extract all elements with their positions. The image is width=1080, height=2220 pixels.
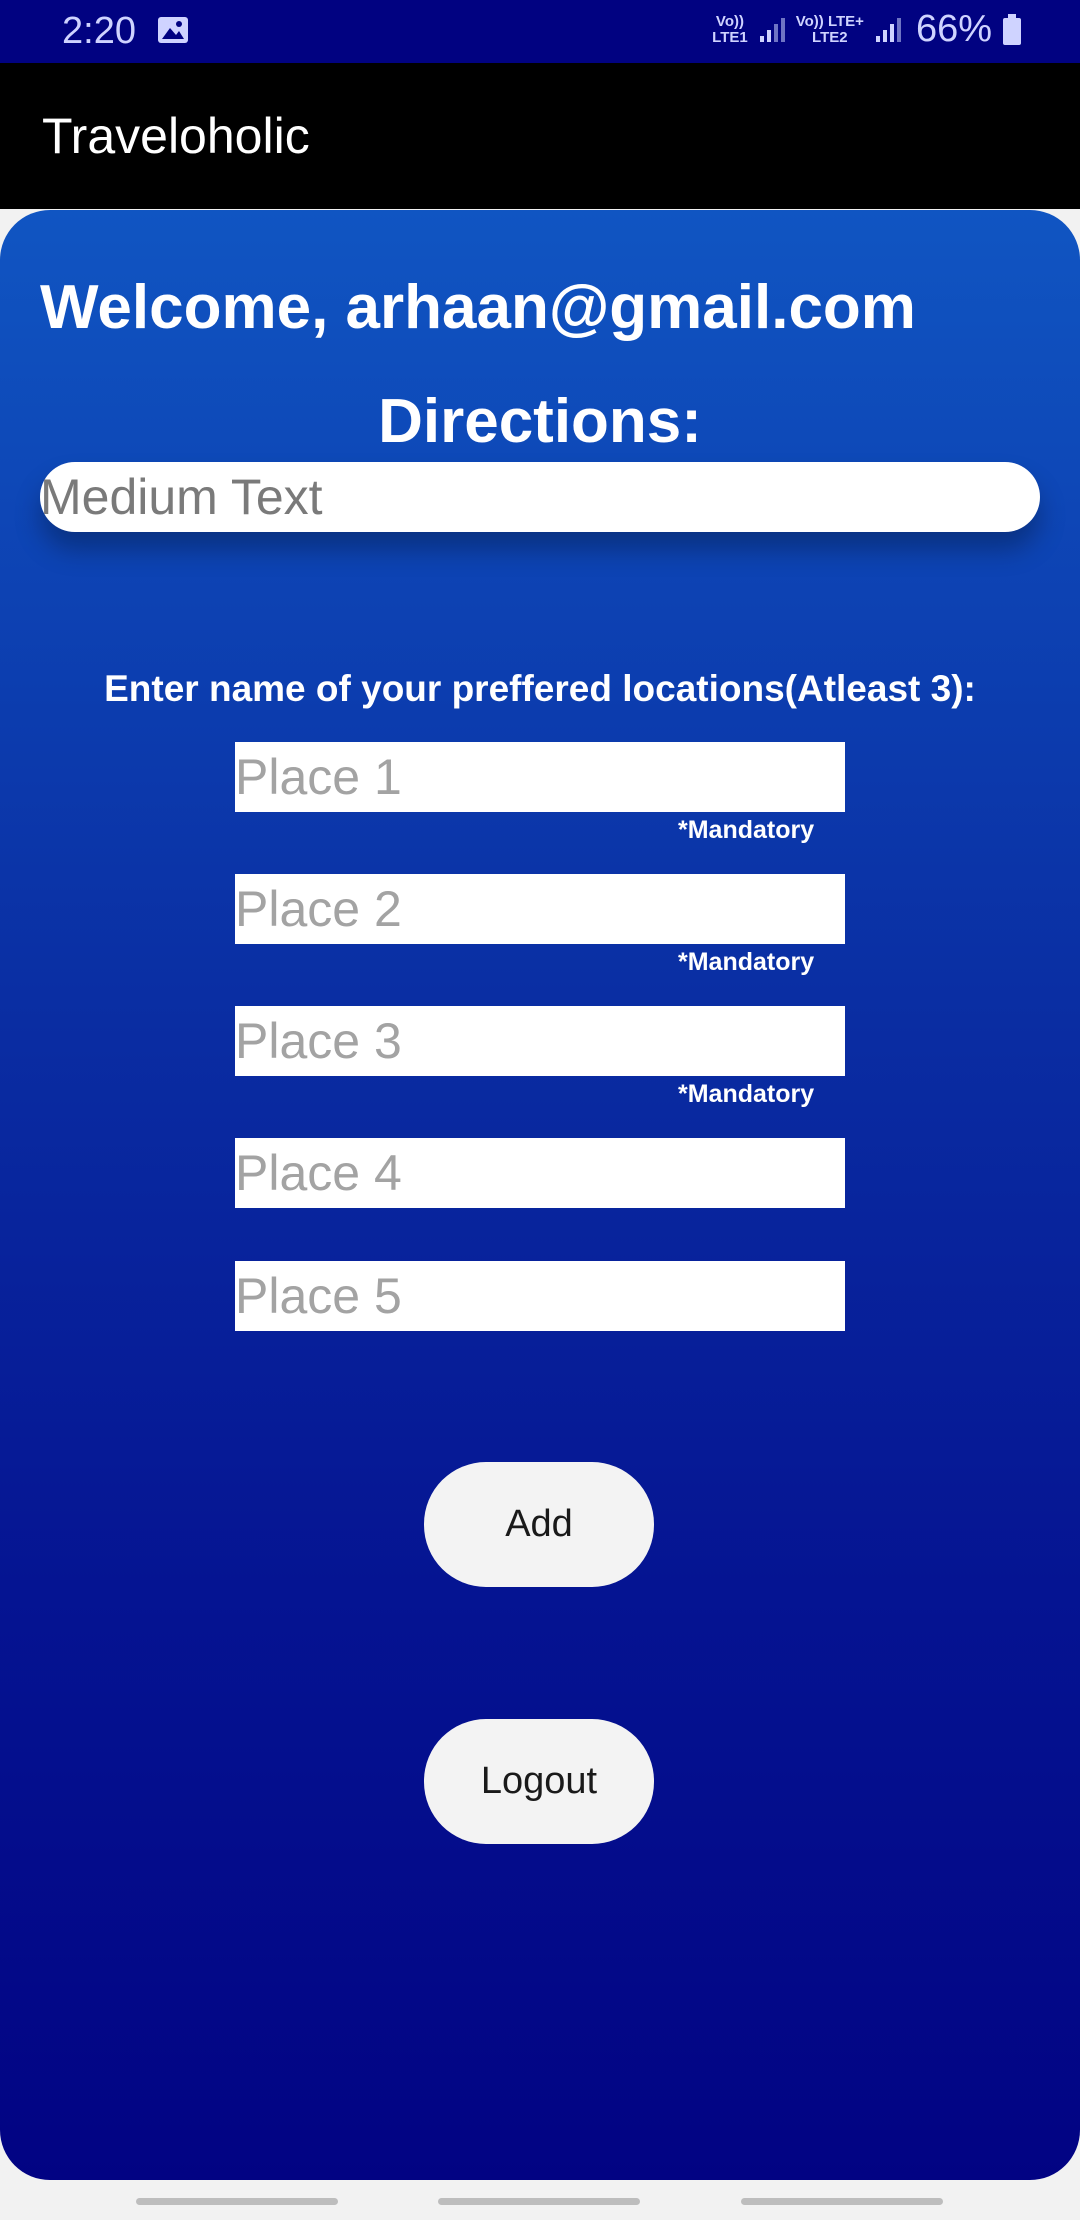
nav-home-button[interactable] — [438, 2198, 640, 2205]
sim1-label: Vo)) LTE1 — [712, 12, 748, 46]
battery-percent: 66% — [915, 8, 992, 50]
directions-text: Medium Text — [40, 469, 323, 525]
sim2-label: Vo)) LTE+ LTE2 — [795, 12, 864, 46]
gallery-icon — [158, 17, 188, 43]
signal-icon — [875, 17, 901, 42]
place-2-mandatory-note: *Mandatory — [678, 948, 815, 976]
place-1-mandatory-note: *Mandatory — [678, 816, 815, 844]
logout-button[interactable]: Logout — [424, 1719, 654, 1844]
place-3-mandatory-note: *Mandatory — [678, 1080, 815, 1108]
directions-label: Directions: — [378, 387, 702, 456]
status-indicators: Vo)) LTE1 Vo)) LTE+ LTE2 66% — [712, 8, 1022, 51]
welcome-text: Welcome, arhaan@gmail.com — [40, 273, 916, 342]
place-4-input[interactable] — [235, 1138, 845, 1208]
main-card: Welcome, arhaan@gmail.com Directions: Me… — [0, 210, 1080, 2180]
nav-recent-apps-button[interactable] — [136, 2198, 338, 2205]
add-button[interactable]: Add — [424, 1462, 654, 1587]
place-2-input[interactable] — [235, 874, 845, 944]
directions-box: Medium Text — [40, 462, 1040, 532]
place-5-input[interactable] — [235, 1261, 845, 1331]
status-time: 2:20 — [62, 10, 136, 52]
locations-label: Enter name of your preffered locations(A… — [104, 668, 976, 709]
app-title: Traveloholic — [42, 108, 310, 164]
battery-icon — [1003, 13, 1021, 45]
signal-icon — [759, 17, 785, 42]
place-1-input[interactable] — [235, 742, 845, 812]
status-bar: 2:20 Vo)) LTE1 Vo)) LTE+ LTE2 66% — [0, 0, 1080, 63]
nav-back-button[interactable] — [741, 2198, 943, 2205]
place-3-input[interactable] — [235, 1006, 845, 1076]
app-bar: Traveloholic — [0, 63, 1080, 209]
navigation-bar — [0, 2180, 1080, 2220]
